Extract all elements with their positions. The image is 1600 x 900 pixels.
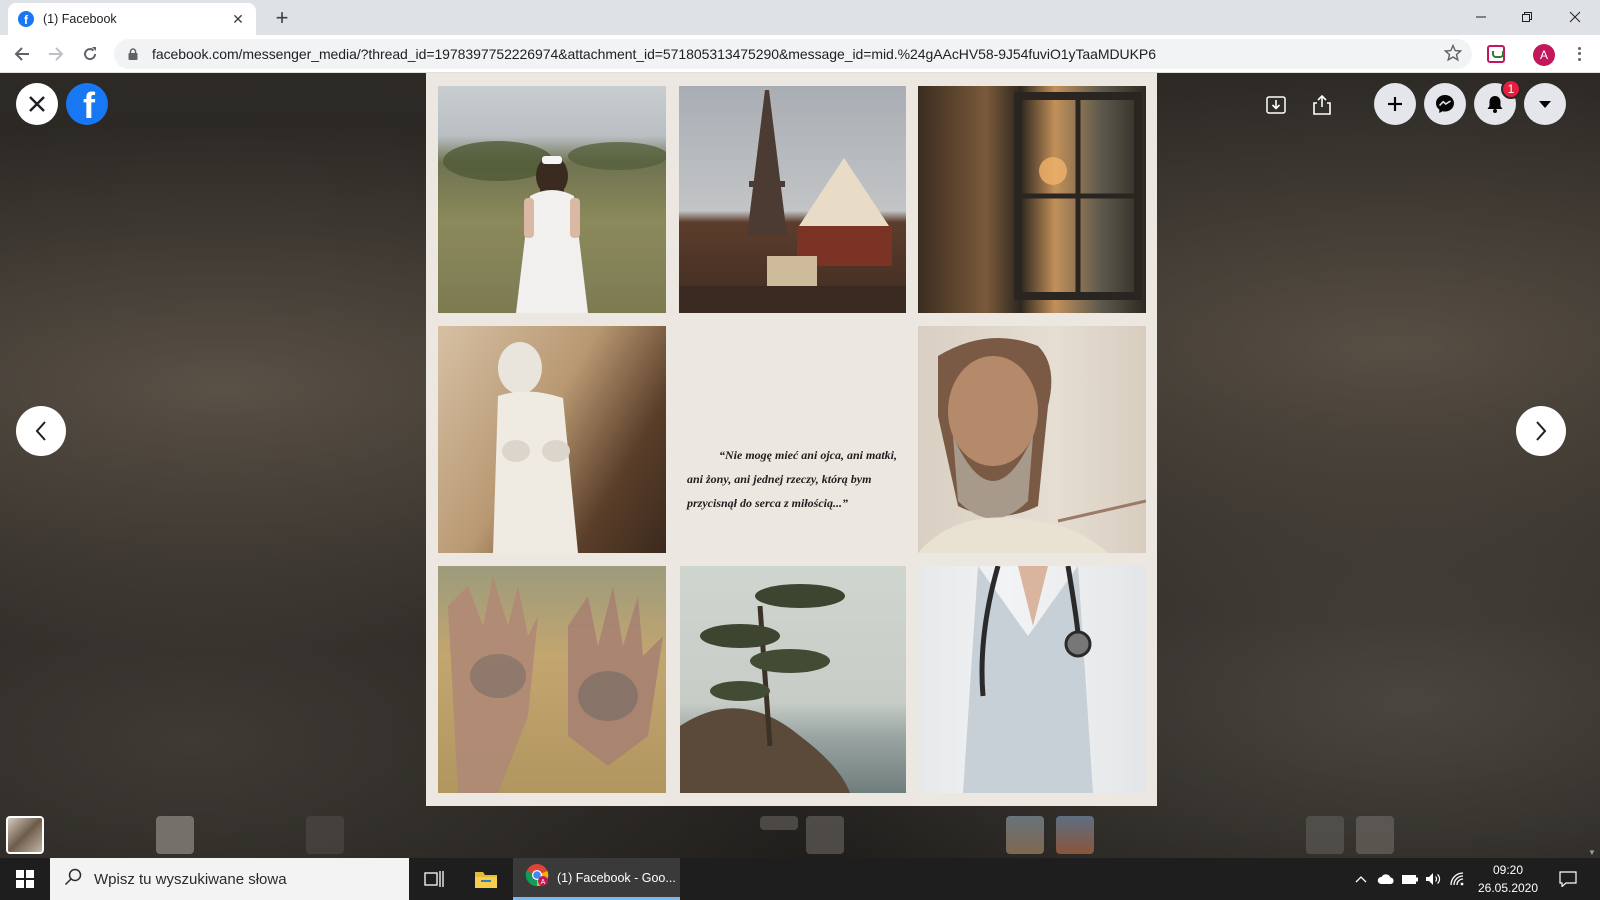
chevron-left-icon[interactable] bbox=[16, 406, 66, 456]
browser-tab[interactable]: f (1) Facebook ✕ bbox=[8, 3, 256, 35]
onedrive-cloud-icon[interactable] bbox=[1374, 858, 1398, 900]
volume-icon[interactable] bbox=[1422, 858, 1446, 900]
facebook-favicon-icon: f bbox=[18, 11, 34, 27]
old-man-face-icon bbox=[918, 338, 1146, 553]
collage-image: “Nie mogę mieć ani ojca, ani matki, ani … bbox=[426, 73, 1157, 806]
thumbnail-item[interactable] bbox=[6, 816, 44, 854]
old-bearded-man-photo bbox=[918, 326, 1146, 553]
quote-block: “Nie mogę mieć ani ojca, ani matki, ani … bbox=[682, 389, 908, 569]
quote-text: “Nie mogę mieć ani ojca, ani matki, ani … bbox=[687, 448, 897, 510]
window-curtain-sunset-photo bbox=[918, 86, 1146, 313]
search-placeholder: Wpisz tu wyszukiwane słowa bbox=[94, 870, 287, 888]
thumbnail-item[interactable] bbox=[1006, 816, 1044, 854]
battery-icon[interactable] bbox=[1398, 858, 1422, 900]
eiffel-tower-icon bbox=[679, 90, 906, 313]
wifi-icon[interactable] bbox=[1446, 858, 1470, 900]
window-close-icon[interactable] bbox=[1552, 4, 1598, 30]
windows-start-icon[interactable] bbox=[0, 858, 50, 900]
back-icon[interactable] bbox=[8, 40, 36, 68]
venus-statue-photo bbox=[438, 326, 666, 553]
action-center-icon[interactable] bbox=[1552, 858, 1584, 900]
forward-icon[interactable] bbox=[42, 40, 70, 68]
pine-tree-icon bbox=[680, 584, 850, 793]
girl-figure-icon bbox=[443, 141, 666, 313]
chevron-up-icon[interactable] bbox=[1350, 858, 1372, 900]
tab-close-icon[interactable]: ✕ bbox=[230, 11, 246, 28]
system-clock[interactable]: 09:20 26.05.2020 bbox=[1468, 861, 1548, 897]
chrome-icon: A bbox=[525, 863, 549, 892]
windows-taskbar: Wpisz tu wyszukiwane słowa A (1) Faceboo… bbox=[0, 858, 1600, 900]
share-icon[interactable] bbox=[1308, 91, 1336, 119]
plus-icon[interactable] bbox=[1374, 83, 1416, 125]
chrome-taskbar-button[interactable]: A (1) Facebook - Goo... bbox=[513, 858, 680, 900]
file-explorer-icon[interactable] bbox=[462, 858, 510, 900]
statue-figure-icon bbox=[493, 342, 578, 553]
restore-icon[interactable] bbox=[1504, 4, 1550, 30]
browser-menu-icon[interactable] bbox=[1572, 43, 1586, 65]
pocket-extension-icon[interactable] bbox=[1487, 45, 1505, 63]
close-icon[interactable] bbox=[16, 83, 58, 125]
svg-text:A: A bbox=[541, 879, 546, 886]
doctor-stethoscope-photo bbox=[918, 566, 1146, 793]
browser-tab-strip: f (1) Facebook ✕ + bbox=[0, 0, 1600, 35]
minimize-icon[interactable] bbox=[1458, 4, 1504, 30]
notification-count-badge: 1 bbox=[1501, 79, 1521, 99]
reload-icon[interactable] bbox=[76, 40, 104, 68]
search-icon bbox=[64, 868, 82, 891]
thumbnail-strip bbox=[0, 806, 1600, 858]
dirty-hands-photo bbox=[438, 566, 666, 793]
chevron-right-icon[interactable] bbox=[1516, 406, 1566, 456]
facebook-logo-icon[interactable]: f bbox=[66, 83, 108, 125]
thumbnail-item[interactable] bbox=[306, 816, 344, 854]
browser-toolbar: facebook.com/messenger_media/?thread_id=… bbox=[0, 35, 1600, 73]
caret-down-icon[interactable] bbox=[1524, 83, 1566, 125]
taskbar-search-box[interactable]: Wpisz tu wyszukiwane słowa bbox=[50, 858, 409, 900]
new-tab-icon[interactable]: + bbox=[270, 6, 294, 30]
lock-icon[interactable] bbox=[126, 48, 140, 60]
clock-date: 26.05.2020 bbox=[1477, 881, 1539, 895]
address-bar[interactable]: facebook.com/messenger_media/?thread_id=… bbox=[114, 39, 1472, 69]
clock-time: 09:20 bbox=[1492, 863, 1524, 877]
eiffel-tower-carousel-photo bbox=[679, 86, 906, 313]
tag-icon[interactable] bbox=[1262, 91, 1290, 119]
hands-icon bbox=[448, 576, 663, 793]
thumbnail-item[interactable] bbox=[1356, 816, 1394, 854]
thumbnail-item[interactable] bbox=[1056, 816, 1094, 854]
thumbnail-item[interactable] bbox=[760, 816, 798, 830]
profile-avatar[interactable]: A bbox=[1533, 44, 1555, 66]
girl-in-white-dress-photo bbox=[438, 86, 666, 313]
pine-tree-coast-painting bbox=[680, 566, 906, 793]
scroll-down-icon[interactable]: ▼ bbox=[1588, 848, 1596, 857]
thumbnail-item[interactable] bbox=[806, 816, 844, 854]
messenger-icon[interactable] bbox=[1424, 83, 1466, 125]
thumbnail-item[interactable] bbox=[1306, 816, 1344, 854]
url-text: facebook.com/messenger_media/?thread_id=… bbox=[152, 46, 1156, 62]
chrome-window-label: (1) Facebook - Goo... bbox=[557, 870, 676, 885]
task-view-icon[interactable] bbox=[410, 858, 458, 900]
thumbnail-item[interactable] bbox=[156, 816, 194, 854]
bookmark-star-icon[interactable] bbox=[1443, 43, 1463, 67]
window-frame-icon bbox=[1014, 92, 1142, 300]
tab-title: (1) Facebook bbox=[43, 12, 117, 26]
stethoscope-icon bbox=[963, 566, 1093, 793]
